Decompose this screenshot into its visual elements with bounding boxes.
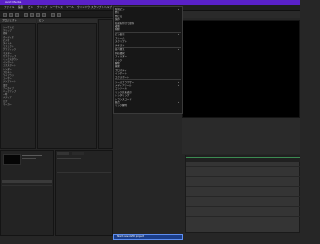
- clip-info-line: [22, 158, 36, 159]
- submenu-chevron-icon: ▸: [178, 33, 180, 37]
- timeline-marker-bar: [186, 157, 300, 158]
- add-edit-icon[interactable]: [51, 12, 55, 17]
- start-new-project-item[interactable]: Start new AVID project: [113, 234, 183, 240]
- effects-row: [57, 158, 81, 159]
- menu-item[interactable]: テキスト: [115, 44, 125, 47]
- divider: [2, 185, 52, 186]
- timeline-track: [186, 216, 300, 217]
- bin-panel: [37, 19, 97, 149]
- match-frame-icon[interactable]: [57, 12, 61, 17]
- timeline-track: [186, 206, 300, 207]
- menu-item[interactable]: 削除: [115, 28, 120, 31]
- segment-tool-icon[interactable]: [9, 12, 13, 17]
- clip-thumbnail[interactable]: [3, 154, 21, 165]
- timeline-track: [186, 186, 300, 187]
- splice-icon[interactable]: [24, 12, 28, 17]
- menu-item[interactable]: エクスポート: [115, 76, 129, 79]
- clip-info-line: [22, 155, 42, 156]
- overwrite-icon[interactable]: [30, 12, 34, 17]
- record-monitor[interactable]: [182, 20, 300, 118]
- menu-item[interactable]: リンク解除: [115, 104, 127, 107]
- project-tree: シーケンス クリップ 素材 オーディオ ビデオ タイトル エフェクト グラフィック マスター サブ…: [0, 24, 36, 149]
- submenu-chevron-icon: ▸: [178, 83, 180, 87]
- extract-icon[interactable]: [42, 12, 46, 17]
- select-tool-icon[interactable]: [3, 12, 7, 17]
- effects-panel: [55, 150, 113, 236]
- effects-row: [57, 172, 111, 173]
- project-tree-item[interactable]: マーカー: [3, 103, 12, 106]
- bin-panel-header[interactable]: ビン: [37, 19, 97, 24]
- timeline-track: [186, 176, 300, 177]
- monitor-controls-area: [182, 118, 300, 154]
- timeline-track: [186, 166, 300, 167]
- timeline-track: [186, 196, 300, 197]
- trim-tool-icon[interactable]: [15, 12, 19, 17]
- submenu-chevron-icon: ▸: [178, 100, 180, 104]
- toolbar-right-area: [182, 11, 300, 18]
- effects-tab[interactable]: [57, 152, 69, 155]
- submenu-chevron-icon: ▸: [178, 48, 180, 52]
- submenu-chevron-icon: ▸: [178, 8, 180, 11]
- lift-icon[interactable]: [36, 12, 40, 17]
- middle-panel: [98, 19, 113, 149]
- panel-scrollbar[interactable]: [2, 180, 52, 183]
- effects-tab[interactable]: [72, 152, 84, 155]
